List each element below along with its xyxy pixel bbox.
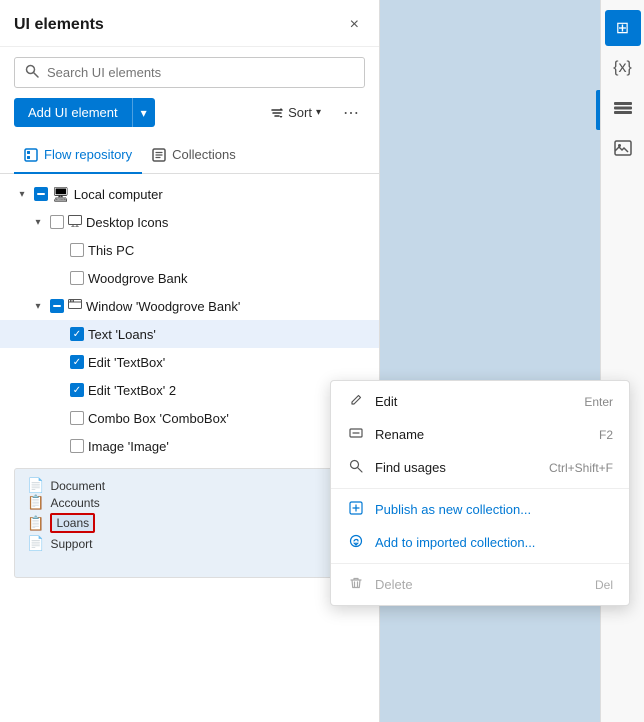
tab-collections[interactable]: Collections bbox=[142, 137, 246, 174]
add-button-group: Add UI element ▾ bbox=[14, 98, 155, 127]
rename-label: Rename bbox=[375, 427, 424, 442]
context-menu-edit[interactable]: Edit Enter bbox=[331, 385, 629, 418]
checkbox-edit-textbox2[interactable]: ✓ bbox=[70, 383, 84, 397]
partial-check-icon bbox=[36, 189, 46, 199]
tree-item-edit-textbox2[interactable]: ✓ Edit 'TextBox' 2 bbox=[0, 376, 379, 404]
loans-highlight: Loans bbox=[50, 513, 95, 533]
delete-shortcut: Del bbox=[595, 578, 613, 592]
thumb-item-accounts: 📋 Accounts bbox=[27, 494, 352, 511]
sidebar-icon-variables[interactable]: {x} bbox=[605, 50, 641, 86]
checkbox-woodgrove-bank[interactable] bbox=[70, 271, 84, 285]
sort-icon bbox=[270, 106, 284, 120]
checkbox-window-woodgrove[interactable] bbox=[50, 299, 64, 313]
checkbox-desktop-icons[interactable] bbox=[50, 215, 64, 229]
edit-textbox-label: Edit 'TextBox' bbox=[88, 355, 165, 370]
expand-local-computer[interactable]: ▾ bbox=[14, 186, 30, 202]
edit-textbox2-label: Edit 'TextBox' 2 bbox=[88, 383, 176, 398]
edit-icon bbox=[347, 393, 365, 410]
close-button[interactable]: × bbox=[344, 14, 365, 36]
checkbox-image[interactable] bbox=[70, 439, 84, 453]
checkbox-combobox[interactable] bbox=[70, 411, 84, 425]
partial-check-icon2 bbox=[52, 301, 62, 311]
more-options-button[interactable]: ⋯ bbox=[337, 99, 365, 127]
context-menu-delete[interactable]: Delete Del bbox=[331, 568, 629, 601]
local-computer-label: Local computer bbox=[74, 187, 163, 202]
panel-title: UI elements bbox=[14, 16, 104, 34]
tab-flow-repository[interactable]: Flow repository bbox=[14, 137, 142, 174]
ui-elements-panel: UI elements × Add UI element ▾ Sort ▾ ⋯ bbox=[0, 0, 380, 722]
expand-window-woodgrove[interactable]: ▾ bbox=[30, 298, 46, 314]
preview-area: 📄 Document 📋 Accounts 📋 Loans 📄 Support bbox=[14, 468, 365, 578]
thumb-item-loans: 📋 Loans bbox=[27, 513, 352, 533]
local-computer-icon: 🖥 bbox=[52, 186, 70, 203]
delete-icon bbox=[347, 576, 365, 593]
context-menu-rename[interactable]: Rename F2 bbox=[331, 418, 629, 451]
tree-view: ▾ 🖥 Local computer ▾ Desktop Icon bbox=[0, 174, 379, 722]
delete-label: Delete bbox=[375, 577, 413, 592]
tree-item-woodgrove-bank[interactable]: Woodgrove Bank bbox=[0, 264, 379, 292]
tree-item-local-computer[interactable]: ▾ 🖥 Local computer bbox=[0, 180, 379, 208]
combobox-label: Combo Box 'ComboBox' bbox=[88, 411, 229, 426]
context-menu: Edit Enter Rename F2 Find usages bbox=[330, 380, 630, 606]
menu-divider-2 bbox=[331, 563, 629, 564]
this-pc-label: This PC bbox=[88, 243, 134, 258]
woodgrove-bank-label: Woodgrove Bank bbox=[88, 271, 188, 286]
find-usages-label: Find usages bbox=[375, 460, 446, 475]
checkbox-this-pc[interactable] bbox=[70, 243, 84, 257]
publish-label: Publish as new collection... bbox=[375, 502, 531, 517]
search-bar bbox=[14, 57, 365, 88]
sort-button[interactable]: Sort ▾ bbox=[262, 99, 329, 126]
collections-icon bbox=[152, 148, 166, 162]
add-ui-element-button[interactable]: Add UI element bbox=[14, 98, 132, 127]
tree-item-combobox[interactable]: Combo Box 'ComboBox' bbox=[0, 404, 379, 432]
rename-shortcut: F2 bbox=[599, 428, 613, 442]
rename-icon bbox=[347, 426, 365, 443]
search-input[interactable] bbox=[47, 65, 354, 80]
find-usages-shortcut: Ctrl+Shift+F bbox=[549, 461, 613, 475]
tree-item-desktop-icons[interactable]: ▾ Desktop Icons bbox=[0, 208, 379, 236]
publish-icon bbox=[347, 501, 365, 518]
window-woodgrove-label: Window 'Woodgrove Bank' bbox=[86, 299, 240, 314]
desktop-icons-label: Desktop Icons bbox=[86, 215, 168, 230]
desktop-icons-icon bbox=[68, 214, 82, 230]
panel-header: UI elements × bbox=[0, 0, 379, 47]
add-to-imported-icon bbox=[347, 534, 365, 551]
flow-repo-icon bbox=[24, 148, 38, 162]
tree-item-this-pc[interactable]: This PC bbox=[0, 236, 379, 264]
tree-item-image[interactable]: Image 'Image' bbox=[0, 432, 379, 460]
find-usages-icon bbox=[347, 459, 365, 476]
tab-collections-label: Collections bbox=[172, 147, 236, 162]
checkbox-local-computer[interactable] bbox=[34, 187, 48, 201]
sidebar-icon-images[interactable] bbox=[605, 130, 641, 166]
menu-divider-1 bbox=[331, 488, 629, 489]
toolbar: Add UI element ▾ Sort ▾ ⋯ bbox=[0, 98, 379, 137]
checkbox-text-loans[interactable]: ✓ bbox=[70, 327, 84, 341]
window-woodgrove-icon bbox=[68, 298, 82, 314]
edit-shortcut: Enter bbox=[584, 395, 613, 409]
text-loans-label: Text 'Loans' bbox=[88, 327, 156, 342]
tabs-bar: Flow repository Collections bbox=[0, 137, 379, 174]
tree-item-window-woodgrove[interactable]: ▾ Window 'Woodgrove Bank' bbox=[0, 292, 379, 320]
tab-flow-repository-label: Flow repository bbox=[44, 147, 132, 162]
add-to-imported-label: Add to imported collection... bbox=[375, 535, 535, 550]
edit-label: Edit bbox=[375, 394, 397, 409]
sort-chevron-icon: ▾ bbox=[316, 107, 321, 118]
tree-item-text-loans[interactable]: ✓ Text 'Loans' bbox=[0, 320, 379, 348]
active-sidebar-indicator bbox=[596, 90, 600, 130]
sidebar-icon-ui-elements[interactable]: ⊞ bbox=[605, 10, 641, 46]
context-menu-find-usages[interactable]: Find usages Ctrl+Shift+F bbox=[331, 451, 629, 484]
checkbox-edit-textbox[interactable]: ✓ bbox=[70, 355, 84, 369]
right-sidebar: ⊞ {x} bbox=[600, 0, 644, 722]
image-label: Image 'Image' bbox=[88, 439, 169, 454]
thumb-item-support: 📄 Support bbox=[27, 535, 352, 552]
search-icon bbox=[25, 64, 39, 81]
context-menu-publish[interactable]: Publish as new collection... bbox=[331, 493, 629, 526]
add-ui-element-dropdown[interactable]: ▾ bbox=[132, 98, 155, 127]
sort-label: Sort bbox=[288, 105, 312, 120]
context-menu-add-to-imported[interactable]: Add to imported collection... bbox=[331, 526, 629, 559]
thumb-item-document: 📄 Document bbox=[27, 477, 352, 494]
tree-item-edit-textbox[interactable]: ✓ Edit 'TextBox' bbox=[0, 348, 379, 376]
expand-desktop-icons[interactable]: ▾ bbox=[30, 214, 46, 230]
sidebar-icon-layers[interactable] bbox=[605, 90, 641, 126]
